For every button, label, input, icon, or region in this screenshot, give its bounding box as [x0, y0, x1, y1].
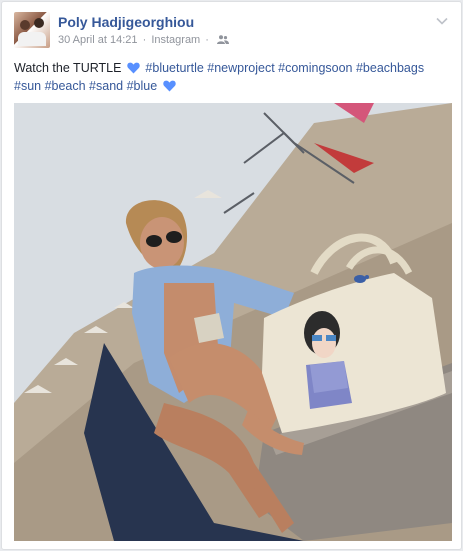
post-photo[interactable] — [14, 103, 452, 541]
friends-icon[interactable] — [217, 35, 230, 44]
post-meta: 30 April at 14:21 · Instagram · — [58, 34, 230, 46]
blue-heart-icon — [127, 62, 140, 74]
post-text-lead: Watch the TURTLE — [14, 61, 122, 75]
post-card: Poly Hadjigeorghiou 30 April at 14:21 · … — [1, 1, 462, 550]
meta-separator: · — [142, 34, 147, 46]
post-source[interactable]: Instagram — [151, 34, 200, 46]
chevron-down-icon[interactable] — [435, 14, 449, 28]
post-text: Watch the TURTLE #blueturtle #newproject… — [14, 59, 450, 95]
author-avatar[interactable] — [14, 12, 50, 48]
author-name[interactable]: Poly Hadjigeorghiou — [58, 14, 194, 30]
post-timestamp[interactable]: 30 April at 14:21 — [58, 34, 138, 46]
hashtags-line-1[interactable]: #blueturtle #newproject #comingsoon #bea… — [145, 61, 424, 75]
blue-heart-icon-2 — [162, 80, 176, 92]
meta-separator-2: · — [205, 34, 209, 46]
beach-photo-illustration — [14, 103, 452, 541]
post-header: Poly Hadjigeorghiou 30 April at 14:21 · … — [14, 12, 451, 52]
hashtags-line-2[interactable]: #sun #beach #sand #blue — [14, 79, 157, 93]
